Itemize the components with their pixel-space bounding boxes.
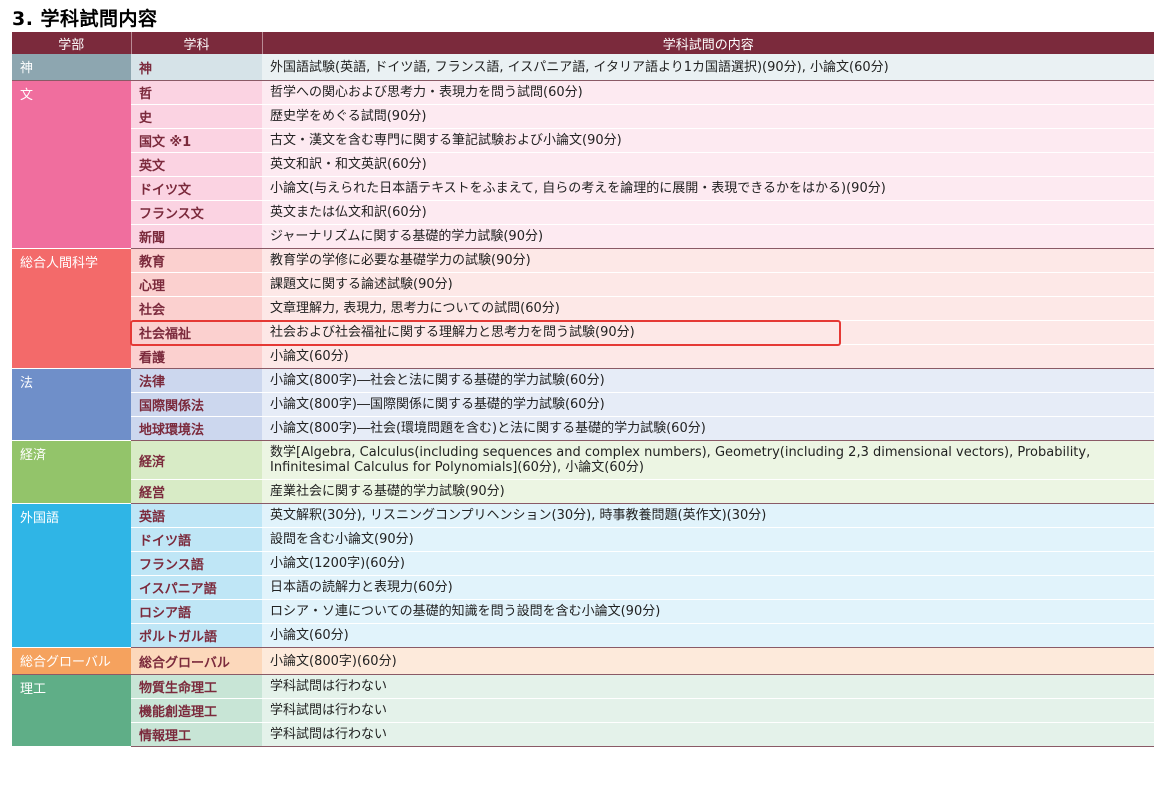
header-content: 学科試問の内容 bbox=[262, 32, 1154, 54]
table-row: 法法律 小論文(800字)―社会と法に関する基礎的学力試験(60分) bbox=[12, 368, 1154, 441]
faculty-cell: 経済 bbox=[12, 440, 131, 504]
table-row: 総合グローバル 総合グローバル 小論文(800字)(60分) bbox=[12, 647, 1154, 675]
content-cell: 哲学への関心および思考力・表現力を問う試問(60分) bbox=[262, 80, 1154, 105]
department-cell: ロシア語 bbox=[131, 599, 262, 624]
content-cell: 数学[Algebra, Calculus(including sequences… bbox=[262, 440, 1154, 480]
department-cell: ドイツ語 bbox=[131, 527, 262, 552]
content-cell: 外国語試験(英語, ドイツ語, フランス語, イスパニア語, イタリア語より1カ… bbox=[262, 54, 1154, 81]
header-faculty: 学部 bbox=[12, 32, 132, 54]
table-row: フランス文 英文または仏文和訳(60分) bbox=[12, 200, 1154, 225]
department-cell: 英文 bbox=[131, 152, 262, 177]
content-cell: 設問を含む小論文(90分) bbox=[262, 527, 1154, 552]
content-cell: ロシア・ソ連についての基礎的知識を問う設問を含む小論文(90分) bbox=[262, 599, 1154, 624]
table-header-row: 学部 学科 学科試問の内容 bbox=[12, 32, 1154, 54]
department-cell: 社会福祉 bbox=[131, 320, 262, 345]
table-row: 経営 産業社会に関する基礎的学力試験(90分) bbox=[12, 479, 1154, 504]
department-cell: フランス語 bbox=[131, 551, 262, 576]
content-cell: 学科試問は行わない bbox=[262, 698, 1154, 723]
table-row: イスパニア語 日本語の読解力と表現力(60分) bbox=[12, 575, 1154, 600]
content-cell: 日本語の読解力と表現力(60分) bbox=[262, 575, 1154, 600]
table-row: 情報理工 学科試問は行わない bbox=[12, 722, 1154, 747]
faculty-cell: 法 bbox=[12, 368, 131, 441]
table-row: 文哲哲学への関心および思考力・表現力を問う試問(60分) bbox=[12, 80, 1154, 249]
table-row: 国際関係法 小論文(800字)―国際関係に関する基礎的学力試験(60分) bbox=[12, 392, 1154, 417]
content-cell: 英文解釈(30分), リスニングコンプリヘンション(30分), 時事教養問題(英… bbox=[262, 503, 1154, 528]
table-row: 看護 小論文(60分) bbox=[12, 344, 1154, 369]
content-cell: 小論文(800字)(60分) bbox=[262, 647, 1154, 675]
content-cell: 古文・漢文を含む専門に関する筆記試験および小論文(90分) bbox=[262, 128, 1154, 153]
faculty-cell: 文 bbox=[12, 80, 131, 249]
table-row: 史歴史学をめぐる試問(90分) bbox=[12, 104, 1154, 129]
faculty-cell: 外国語 bbox=[12, 503, 131, 648]
content-cell: 小論文(60分) bbox=[262, 344, 1154, 369]
faculty-cell: 総合人間科学 bbox=[12, 248, 131, 369]
department-cell: 教育 bbox=[131, 248, 262, 273]
faculty-cell: 総合グローバル bbox=[12, 647, 131, 675]
content-cell: 学科試問は行わない bbox=[262, 674, 1154, 699]
department-cell: ドイツ文 bbox=[131, 176, 262, 201]
content-cell: 小論文(60分) bbox=[262, 623, 1154, 648]
table-row: ロシア語 ロシア・ソ連についての基礎的知識を問う設問を含む小論文(90分) bbox=[12, 599, 1154, 624]
content-cell: 歴史学をめぐる試問(90分) bbox=[262, 104, 1154, 129]
table-row: 国文 ※1 古文・漢文を含む専門に関する筆記試験および小論文(90分) bbox=[12, 128, 1154, 153]
faculty-cell: 理工 bbox=[12, 674, 131, 747]
table-row: 外国語 英語 英文解釈(30分), リスニングコンプリヘンション(30分), 時事教… bbox=[12, 503, 1154, 648]
content-cell: ジャーナリズムに関する基礎的学力試験(90分) bbox=[262, 224, 1154, 249]
department-cell: 情報理工 bbox=[131, 722, 262, 747]
table-row: 地球環境法 小論文(800字)―社会(環境問題を含む)と法に関する基礎的学力試験(… bbox=[12, 416, 1154, 441]
table-row: 新聞 ジャーナリズムに関する基礎的学力試験(90分) bbox=[12, 224, 1154, 249]
department-cell: 心理 bbox=[131, 272, 262, 297]
department-cell: 社会 bbox=[131, 296, 262, 321]
table-row: 経済 経済 数学[Algebra, Calculus(including seque… bbox=[12, 440, 1154, 504]
content-cell: 英文和訳・和文英訳(60分) bbox=[262, 152, 1154, 177]
content-cell: 小論文(800字)―国際関係に関する基礎的学力試験(60分) bbox=[262, 392, 1154, 417]
table-body: 神神外国語試験(英語, ドイツ語, フランス語, イスパニア語, イタリア語より… bbox=[12, 54, 1154, 747]
content-cell: 産業社会に関する基礎的学力試験(90分) bbox=[262, 479, 1154, 504]
content-cell: 教育学の学修に必要な基礎学力の試験(90分) bbox=[262, 248, 1154, 273]
content-cell: 文章理解力, 表現力, 思考力についての試問(60分) bbox=[262, 296, 1154, 321]
faculty-cell: 神 bbox=[12, 54, 131, 81]
page-title: 3. 学科試問内容 bbox=[12, 8, 158, 30]
table-row: 機能創造理工 学科試問は行わない bbox=[12, 698, 1154, 723]
department-cell: ポルトガル語 bbox=[131, 623, 262, 648]
table-row: ポルトガル語 小論文(60分) bbox=[12, 623, 1154, 648]
department-cell: 地球環境法 bbox=[131, 416, 262, 441]
content-cell: 社会および社会福祉に関する理解力と思考力を問う試験(90分) bbox=[262, 320, 1154, 345]
department-cell: フランス文 bbox=[131, 200, 262, 225]
department-cell: 法律 bbox=[131, 368, 262, 393]
department-cell: 哲 bbox=[131, 80, 262, 105]
table-row: フランス語 小論文(1200字)(60分) bbox=[12, 551, 1154, 576]
table-row: 社会 文章理解力, 表現力, 思考力についての試問(60分) bbox=[12, 296, 1154, 321]
content-cell: 小論文(800字)―社会と法に関する基礎的学力試験(60分) bbox=[262, 368, 1154, 393]
content-cell: 小論文(与えられた日本語テキストをふまえて, 自らの考えを論理的に展開・表現でき… bbox=[262, 176, 1154, 201]
department-cell: 英語 bbox=[131, 503, 262, 528]
table-row: 理工 物質生命理工 学科試問は行わない bbox=[12, 674, 1154, 747]
department-cell: 経済 bbox=[131, 440, 262, 480]
table-row: 英文 英文和訳・和文英訳(60分) bbox=[12, 152, 1154, 177]
department-cell: 機能創造理工 bbox=[131, 698, 262, 723]
department-cell: 物質生命理工 bbox=[131, 674, 262, 699]
department-cell: 新聞 bbox=[131, 224, 262, 249]
department-cell: 国際関係法 bbox=[131, 392, 262, 417]
exam-content-table: 学部 学科 学科試問の内容 神神外国語試験(英語, ドイツ語, フランス語, イ… bbox=[12, 32, 1154, 747]
department-cell: 史 bbox=[131, 104, 262, 129]
table-row: 心理 課題文に関する論述試験(90分) bbox=[12, 272, 1154, 297]
content-cell: 小論文(1200字)(60分) bbox=[262, 551, 1154, 576]
content-cell: 課題文に関する論述試験(90分) bbox=[262, 272, 1154, 297]
table-row: 神神外国語試験(英語, ドイツ語, フランス語, イスパニア語, イタリア語より… bbox=[12, 54, 1154, 81]
department-cell: 神 bbox=[131, 54, 262, 81]
department-cell: 経営 bbox=[131, 479, 262, 504]
content-cell: 学科試問は行わない bbox=[262, 722, 1154, 747]
header-department: 学科 bbox=[131, 32, 263, 54]
department-cell: 国文 ※1 bbox=[131, 128, 262, 153]
content-cell: 英文または仏文和訳(60分) bbox=[262, 200, 1154, 225]
table-row: ドイツ文 小論文(与えられた日本語テキストをふまえて, 自らの考えを論理的に展開・… bbox=[12, 176, 1154, 201]
department-cell: 看護 bbox=[131, 344, 262, 369]
table-row: 社会福祉 社会および社会福祉に関する理解力と思考力を問う試験(90分) bbox=[12, 320, 1154, 345]
table-row: ドイツ語 設問を含む小論文(90分) bbox=[12, 527, 1154, 552]
content-cell: 小論文(800字)―社会(環境問題を含む)と法に関する基礎的学力試験(60分) bbox=[262, 416, 1154, 441]
table-row: 総合人間科学 教育 教育学の学修に必要な基礎学力の試験(90分) bbox=[12, 248, 1154, 369]
department-cell: 総合グローバル bbox=[131, 647, 262, 675]
department-cell: イスパニア語 bbox=[131, 575, 262, 600]
